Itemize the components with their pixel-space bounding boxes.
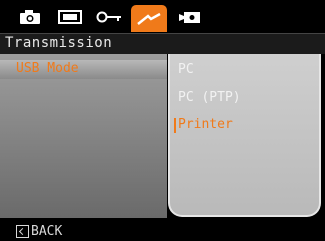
option-pc-ptp[interactable]: PC (PTP)	[178, 90, 241, 105]
wrench-icon	[137, 12, 161, 25]
film-icon	[58, 9, 82, 24]
back-button[interactable]: BACK	[16, 224, 62, 239]
tab-settings-key[interactable]	[92, 4, 126, 29]
section-title-bar: Transmission	[0, 33, 325, 54]
mode-tab-bar	[0, 0, 325, 33]
camera-icon	[20, 9, 40, 24]
back-arrow-icon	[16, 225, 29, 238]
menu-item-label: USB Mode	[16, 61, 79, 76]
option-printer[interactable]: Printer	[174, 117, 233, 133]
back-label: BACK	[31, 224, 63, 239]
tab-setup[interactable]	[131, 5, 167, 32]
option-pc[interactable]: PC	[178, 62, 194, 77]
page-title: Transmission	[5, 35, 113, 51]
tab-video[interactable]	[173, 4, 207, 29]
tab-playback[interactable]	[53, 4, 87, 29]
options-panel: PC PC (PTP) Printer	[168, 54, 321, 217]
footer-bar: BACK	[0, 218, 325, 241]
video-camera-icon	[179, 11, 200, 23]
menu-item-usb-mode[interactable]: USB Mode	[0, 60, 167, 79]
tab-camera[interactable]	[13, 4, 47, 29]
key-icon	[96, 11, 121, 22]
